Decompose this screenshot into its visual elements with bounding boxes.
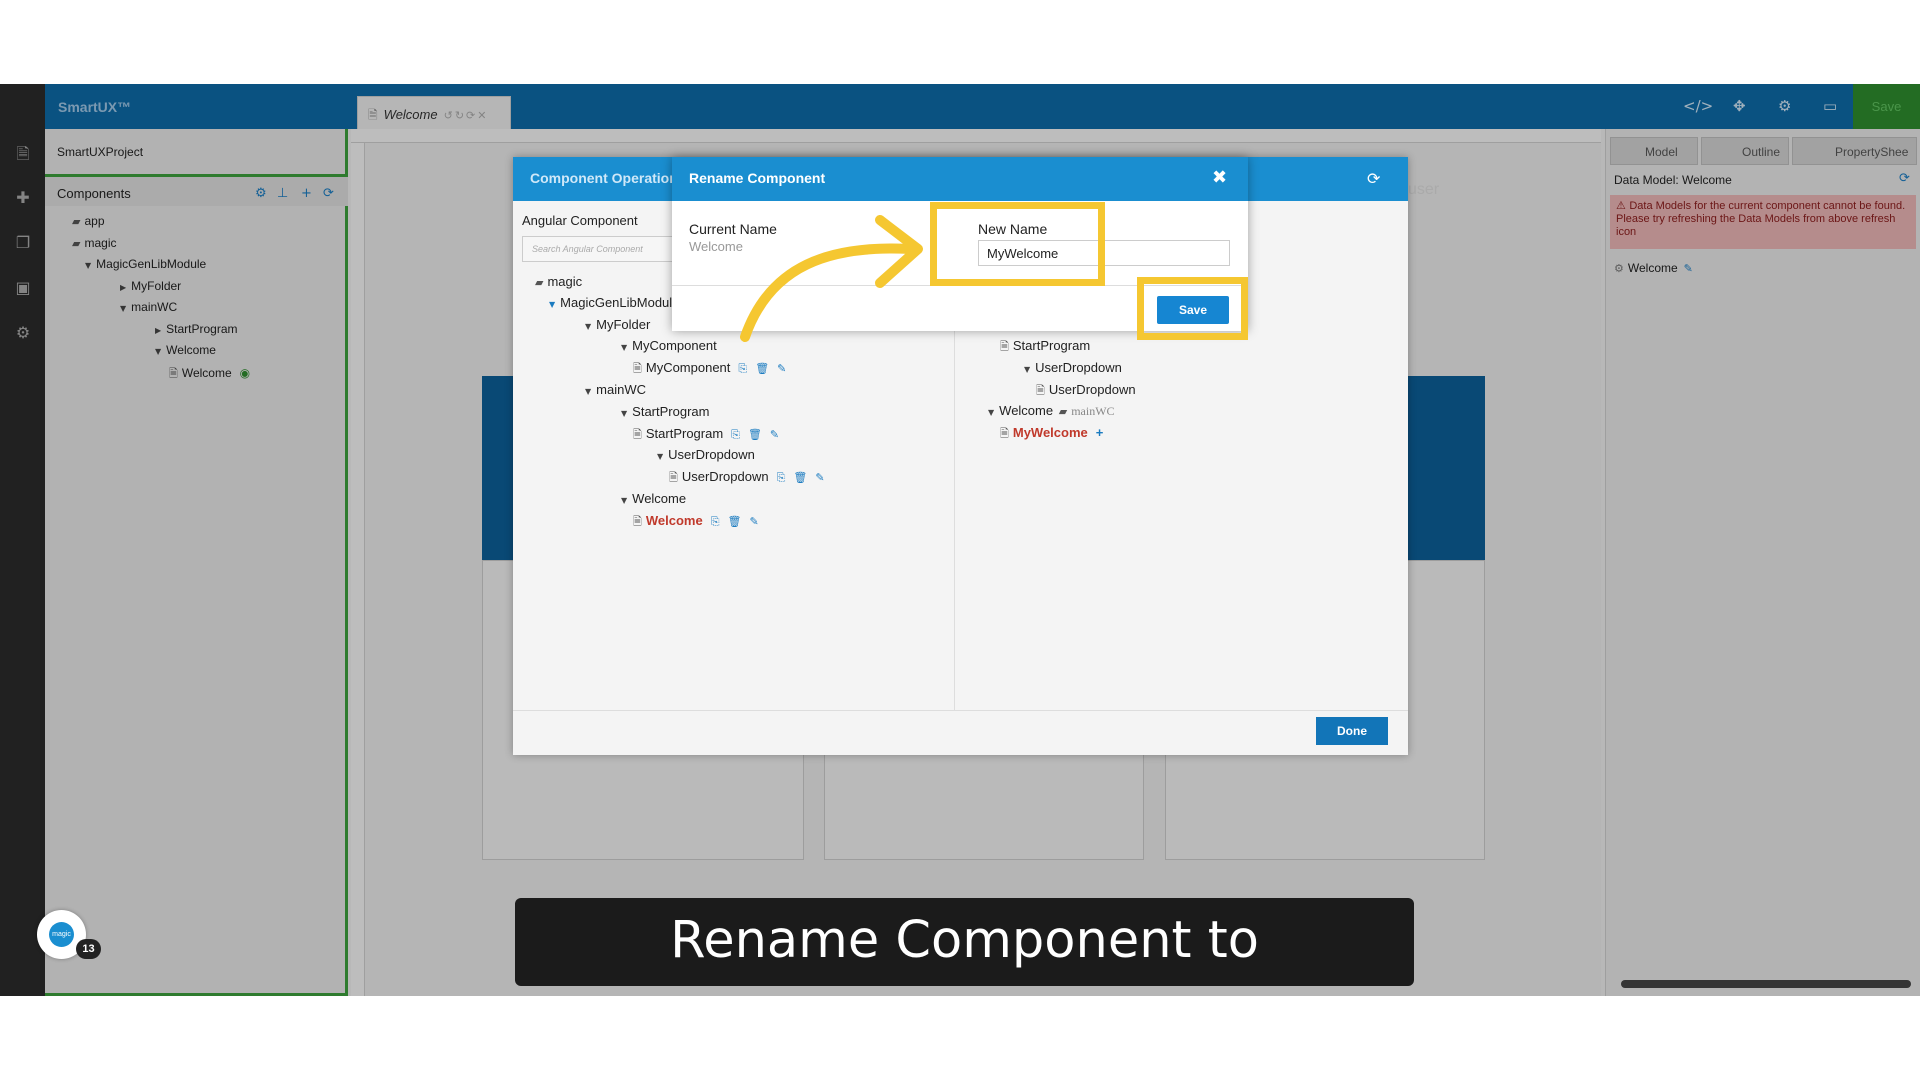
tree-item-startprogram-folder[interactable]: ▼ StartProgram bbox=[621, 404, 709, 419]
chevron-down-icon[interactable]: ▼ bbox=[621, 343, 627, 352]
folder-icon: ▰ bbox=[1058, 405, 1068, 418]
file-icon: 🗎 bbox=[669, 471, 678, 484]
arrow-annotation bbox=[740, 215, 923, 342]
file-icon: 🗎 bbox=[633, 515, 642, 528]
item-actions-icon[interactable]: ⎘🗑✎ bbox=[738, 362, 794, 375]
file-icon: 🗎 bbox=[1000, 427, 1009, 440]
magic-logo-icon: magic bbox=[49, 922, 74, 947]
file-icon: 🗎 bbox=[633, 362, 642, 375]
tree-item-myfolder[interactable]: ▼ MyFolder bbox=[585, 317, 650, 332]
dialog-header: Rename Component bbox=[672, 157, 1248, 201]
search-input[interactable]: Search Angular Component bbox=[522, 236, 682, 262]
tree-item-userdropdown-folder[interactable]: ▼ UserDropdown bbox=[657, 447, 755, 462]
tree-item-magic[interactable]: ▰ magic bbox=[535, 274, 582, 289]
file-icon: 🗎 bbox=[1000, 340, 1009, 353]
dialog-footer bbox=[513, 710, 1408, 755]
highlight-new-name bbox=[930, 202, 1105, 286]
tree-item-userdropdown[interactable]: 🗎 UserDropdown ⎘🗑✎ bbox=[669, 469, 833, 488]
chevron-down-icon[interactable]: ▼ bbox=[988, 408, 994, 417]
file-icon: 🗎 bbox=[633, 428, 642, 441]
step-count-badge: 13 bbox=[76, 939, 101, 959]
item-actions-icon[interactable]: ⎘🗑✎ bbox=[777, 471, 833, 484]
close-icon[interactable]: ✖ bbox=[1212, 167, 1227, 188]
tree-item-mycomponent[interactable]: 🗎 MyComponent ⎘🗑✎ bbox=[633, 360, 794, 379]
chevron-down-icon[interactable]: ▼ bbox=[585, 387, 591, 396]
tree-item-welcome-folder[interactable]: ▼ Welcome bbox=[621, 491, 686, 506]
right-tree-userdropdown-folder[interactable]: ▼ UserDropdown bbox=[1024, 360, 1122, 375]
item-actions-icon[interactable]: ⎘🗑✎ bbox=[711, 515, 767, 528]
tree-item-mycomponent-folder[interactable]: ▼ MyComponent bbox=[621, 338, 717, 353]
background-text: user bbox=[1408, 181, 1440, 198]
tree-item-mainwc[interactable]: ▼ mainWC bbox=[585, 382, 646, 397]
right-tree-mywelcome[interactable]: 🗎 MyWelcome + bbox=[1000, 425, 1103, 444]
chevron-down-icon[interactable]: ▼ bbox=[657, 452, 663, 461]
chevron-down-icon[interactable]: ▼ bbox=[621, 409, 627, 418]
refresh-icon[interactable]: ⟳ bbox=[1367, 169, 1380, 188]
chevron-down-icon[interactable]: ▼ bbox=[549, 300, 555, 309]
right-tree-welcome-folder[interactable]: ▼ Welcome ▰ mainWC bbox=[988, 403, 1115, 419]
item-actions-icon[interactable]: ⎘🗑✎ bbox=[731, 428, 787, 441]
done-button[interactable]: Done bbox=[1316, 717, 1388, 745]
right-tree-userdropdown[interactable]: 🗎 UserDropdown bbox=[1036, 382, 1136, 401]
highlight-save bbox=[1137, 277, 1248, 340]
tree-item-welcome[interactable]: 🗎 Welcome ⎘🗑✎ bbox=[633, 513, 767, 532]
chevron-down-icon[interactable]: ▼ bbox=[621, 496, 627, 505]
chevron-down-icon[interactable]: ▼ bbox=[1024, 365, 1030, 374]
plus-icon[interactable]: + bbox=[1096, 425, 1104, 440]
caption: Rename Component to MyWelcome bbox=[515, 898, 1414, 1056]
folder-icon: ▰ bbox=[535, 276, 544, 289]
tree-item-startprogram[interactable]: 🗎 StartProgram ⎘🗑✎ bbox=[633, 426, 787, 445]
chevron-down-icon[interactable]: ▼ bbox=[585, 322, 591, 331]
right-tree-startprogram[interactable]: 🗎 StartProgram bbox=[1000, 338, 1090, 357]
tree-item-magicgenlibmodule[interactable]: ▼ MagicGenLibModule bbox=[549, 295, 679, 310]
file-icon: 🗎 bbox=[1036, 384, 1045, 397]
angular-component-label: Angular Component bbox=[522, 213, 638, 228]
